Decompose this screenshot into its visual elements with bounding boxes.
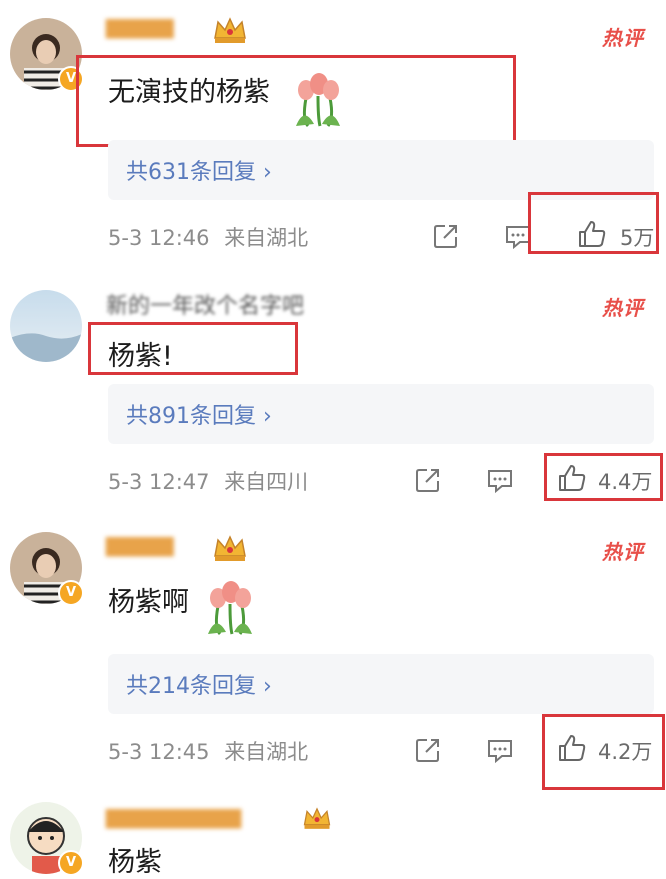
replies-count: 共214条回复 ›: [126, 674, 272, 699]
hot-comment-badge: 热评: [602, 26, 644, 50]
highlight-box-comment-text: [88, 322, 298, 375]
replies-link[interactable]: 共631条回复 ›: [108, 140, 654, 200]
replies-link[interactable]: 共214条回复 ›: [108, 654, 654, 714]
replies-link[interactable]: 共891条回复 ›: [108, 384, 654, 444]
highlight-box-comment-text: [76, 55, 516, 147]
share-icon[interactable]: [432, 222, 460, 250]
comment-location: 来自湖北: [224, 740, 309, 764]
replies-count: 共631条回复 ›: [126, 160, 272, 185]
comment-meta: 5-3 12:46 来自湖北: [108, 222, 308, 252]
verified-badge-icon: V: [58, 580, 84, 606]
comment-location: 来自四川: [224, 470, 309, 494]
comment-text: 杨紫: [108, 847, 162, 878]
comment-text: 杨紫啊: [108, 587, 189, 618]
highlight-box-likes: [528, 192, 659, 254]
comment-meta: 5-3 12:47 来自四川: [108, 466, 308, 496]
comment-time: 5-3 12:45: [108, 740, 210, 764]
share-icon[interactable]: [414, 736, 442, 764]
crown-icon: [303, 807, 331, 829]
comment-time: 5-3 12:47: [108, 470, 210, 494]
highlight-box-likes: [544, 453, 663, 501]
hot-comment-badge: 热评: [602, 296, 644, 320]
comment-time: 5-3 12:46: [108, 226, 210, 250]
username-blurred[interactable]: ▆▆▆▆: [106, 532, 202, 557]
username[interactable]: 新的一年改个名字吧: [106, 288, 304, 320]
share-icon[interactable]: [414, 466, 442, 494]
username-blurred[interactable]: ▆▆▆▆: [106, 14, 202, 39]
username-blurred[interactable]: ▆▆▆▆▆▆▆▆: [106, 804, 296, 829]
comment-meta: 5-3 12:45 来自湖北: [108, 736, 308, 766]
crown-icon: [214, 535, 246, 561]
tulip-emoji-icon: [208, 581, 252, 636]
user-avatar[interactable]: [10, 290, 82, 362]
highlight-box-likes: [542, 714, 665, 790]
hot-comment-badge: 热评: [602, 540, 644, 564]
comment-location: 来自湖北: [224, 226, 309, 250]
replies-count: 共891条回复 ›: [126, 404, 272, 429]
comment-icon[interactable]: [486, 736, 514, 764]
verified-badge-icon: V: [58, 850, 84, 876]
crown-icon: [214, 17, 246, 43]
comment-icon[interactable]: [486, 466, 514, 494]
